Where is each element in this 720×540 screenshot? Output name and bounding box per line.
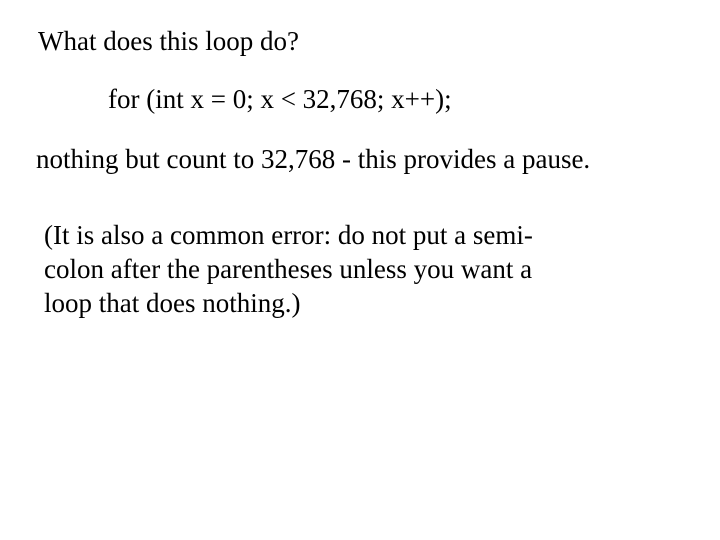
note-line: loop that does nothing.) [44,288,301,318]
note-line: (It is also a common error: do not put a… [44,220,533,250]
answer-text: nothing but count to 32,768 - this provi… [36,144,591,174]
note-line: colon after the parentheses unless you w… [44,254,533,284]
code-snippet: for (int x = 0; x < 32,768; x++); [108,84,452,114]
slide-question: What does this loop do? [38,26,299,56]
note-paragraph: (It is also a common error: do not put a… [44,218,533,320]
